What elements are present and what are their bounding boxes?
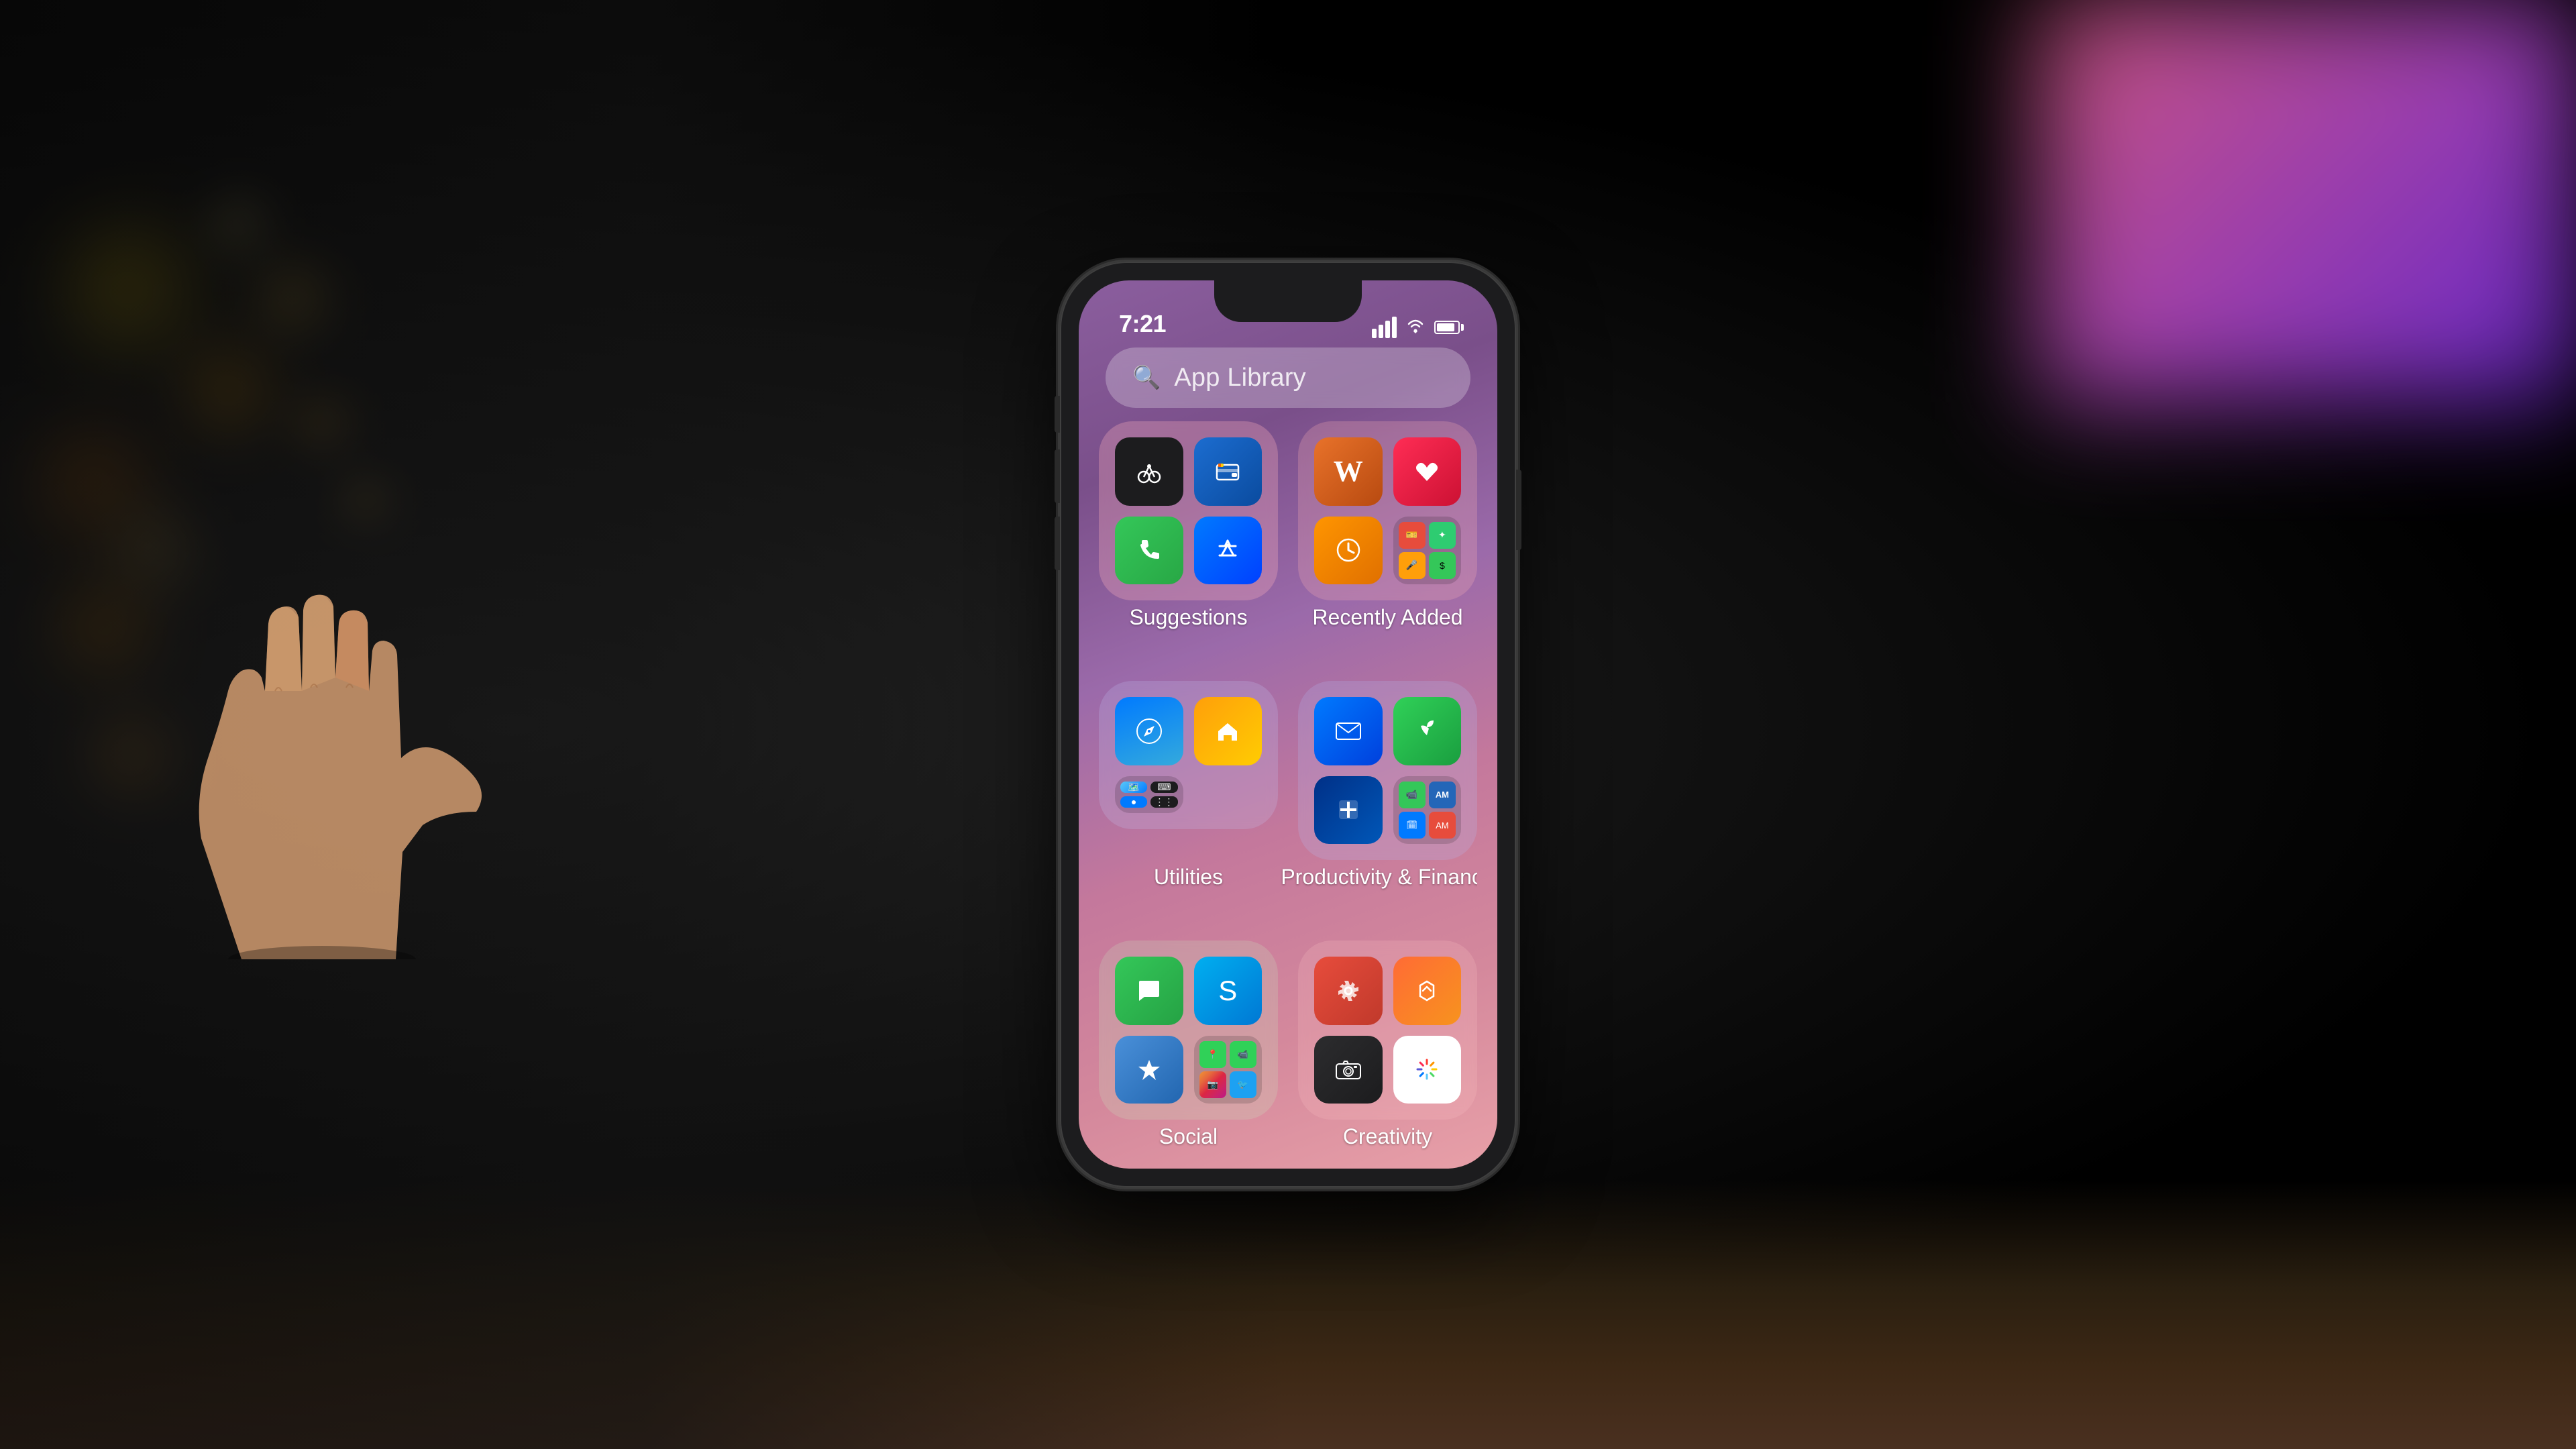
utilities-mini[interactable]: 🗺️ ⌨ ● ⋮⋮: [1115, 776, 1183, 813]
app-halide[interactable]: [1393, 957, 1462, 1025]
app-camera[interactable]: [1314, 1036, 1383, 1104]
folder-recently-added[interactable]: W: [1298, 421, 1477, 600]
app-mail[interactable]: [1314, 697, 1383, 765]
power-button[interactable]: [1516, 470, 1521, 550]
row-2: 🗺️ ⌨ ● ⋮⋮ Utilities: [1099, 681, 1477, 900]
app-phone[interactable]: [1115, 517, 1183, 585]
social-mini[interactable]: 📍 📹 📷 🐦: [1194, 1036, 1263, 1104]
folder-creativity[interactable]: Creativity: [1298, 941, 1477, 1120]
status-icons: [1372, 317, 1464, 338]
bg-gradient-top-right: [2039, 0, 2576, 402]
app-mini-group[interactable]: 🎫 ✦ 🎤 $: [1393, 517, 1462, 585]
app-photos[interactable]: [1393, 1036, 1462, 1104]
app-home[interactable]: [1194, 697, 1263, 765]
phone-body: 7:21: [1060, 262, 1516, 1187]
app-health[interactable]: [1393, 437, 1462, 506]
app-warcraft[interactable]: W: [1314, 437, 1383, 506]
wifi-icon: [1405, 317, 1426, 338]
app-chase[interactable]: [1314, 776, 1383, 845]
app-safari[interactable]: [1115, 697, 1183, 765]
search-bar[interactable]: 🔍 App Library: [1106, 347, 1470, 408]
folder-creativity-label: Creativity: [1343, 1124, 1432, 1149]
app-settings[interactable]: [1314, 957, 1383, 1025]
signal-bar-3: [1385, 321, 1390, 338]
folder-productivity[interactable]: 📹 AM 🗓 AM Productivity & Finance: [1298, 681, 1477, 860]
phone-screen: 7:21: [1079, 280, 1497, 1169]
signal-bar-2: [1379, 325, 1383, 338]
app-mela[interactable]: [1115, 437, 1183, 506]
search-placeholder: App Library: [1174, 364, 1306, 392]
status-time: 7:21: [1119, 310, 1166, 338]
notch: [1214, 280, 1362, 322]
folder-productivity-label: Productivity & Finance: [1281, 865, 1477, 890]
volume-down-button[interactable]: [1055, 517, 1060, 570]
app-wallet[interactable]: [1194, 437, 1263, 506]
silent-switch[interactable]: [1055, 396, 1060, 433]
utilities-empty: [1194, 776, 1263, 813]
folder-social[interactable]: S 📍: [1099, 941, 1278, 1120]
app-robinhood[interactable]: [1393, 697, 1462, 765]
folder-suggestions-label: Suggestions: [1129, 605, 1247, 630]
row-1: Suggestions W: [1099, 421, 1477, 641]
folder-suggestions[interactable]: Suggestions: [1099, 421, 1278, 600]
folder-utilities-label: Utilities: [1154, 865, 1223, 890]
signal-bar-4: [1392, 317, 1397, 338]
row-3: S 📍: [1099, 941, 1477, 1155]
phone: 7:21: [1060, 262, 1516, 1187]
app-spark[interactable]: [1115, 1036, 1183, 1104]
app-clock[interactable]: [1314, 517, 1383, 585]
app-appstore[interactable]: [1194, 517, 1263, 585]
app-skype[interactable]: S: [1194, 957, 1263, 1025]
app-messages[interactable]: [1115, 957, 1183, 1025]
folder-recently-label: Recently Added: [1312, 605, 1462, 630]
volume-up-button[interactable]: [1055, 449, 1060, 503]
app-library-grid: Suggestions W: [1099, 421, 1477, 1155]
search-icon: 🔍: [1132, 364, 1161, 391]
folder-social-label: Social: [1159, 1124, 1218, 1149]
signal-icon: [1372, 317, 1397, 338]
battery-icon: [1434, 321, 1464, 334]
signal-bar-1: [1372, 329, 1377, 338]
productivity-mini[interactable]: 📹 AM 🗓 AM: [1393, 776, 1462, 845]
folder-utilities[interactable]: 🗺️ ⌨ ● ⋮⋮ Utilities: [1099, 681, 1278, 860]
